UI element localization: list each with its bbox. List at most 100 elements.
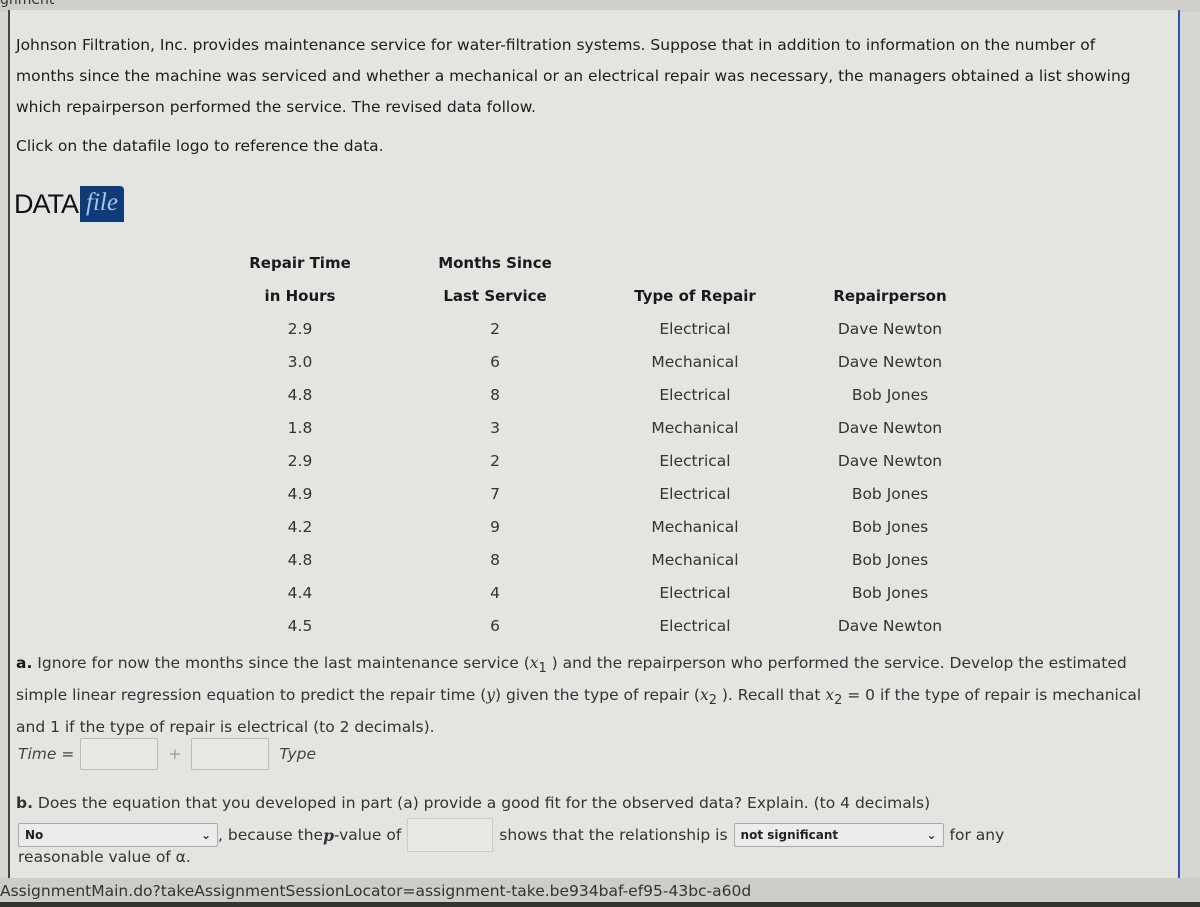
table-row: 4.9 7 Electrical Bob Jones xyxy=(205,477,985,510)
header-in-hours: in Hours xyxy=(264,286,336,305)
datafile-folder-icon: file xyxy=(80,186,124,222)
plus-sign: + xyxy=(168,745,182,763)
header-repairperson: Repairperson xyxy=(833,286,947,305)
x1-symbol: x xyxy=(529,654,539,672)
intercept-input[interactable] xyxy=(80,738,159,770)
table-row: 4.4 4 Electrical Bob Jones xyxy=(205,576,985,609)
part-a-text: ) given the type of repair ( xyxy=(495,686,700,705)
cell-repairperson: Bob Jones xyxy=(851,550,929,569)
cell-repairperson: Bob Jones xyxy=(851,484,929,503)
table-row: 4.2 9 Mechanical Bob Jones xyxy=(205,510,985,543)
x2-subscript: 2 xyxy=(708,693,717,709)
cell-months-since: 4 xyxy=(490,583,500,602)
header-last-service: Last Service xyxy=(443,286,547,305)
cell-months-since: 2 xyxy=(490,319,500,338)
part-a-question: a. Ignore for now the months since the l… xyxy=(16,650,1146,740)
cell-repair-time: 2.9 xyxy=(287,319,313,338)
regression-equation-row: Time = + Type xyxy=(18,738,316,770)
pvalue-input[interactable] xyxy=(407,818,494,852)
cell-type-of-repair: Electrical xyxy=(659,385,731,404)
table-row: 4.8 8 Electrical Bob Jones xyxy=(205,378,985,411)
part-a-label: a. xyxy=(16,654,33,672)
datafile-logo-button[interactable]: DATA file xyxy=(14,186,124,222)
table-row: 1.8 3 Mechanical Dave Newton xyxy=(205,411,985,444)
cell-repair-time: 4.4 xyxy=(287,583,313,602)
cell-type-of-repair: Electrical xyxy=(659,451,731,470)
part-b-text: Does the equation that you developed in … xyxy=(37,794,931,812)
part-b-question: b. Does the equation that you developed … xyxy=(16,794,930,812)
cell-repairperson: Bob Jones xyxy=(851,385,929,404)
cell-type-of-repair: Mechanical xyxy=(651,517,739,536)
cell-type-of-repair: Electrical xyxy=(659,616,731,635)
because-text: , because the xyxy=(218,826,324,844)
cell-repairperson: Dave Newton xyxy=(837,352,943,371)
equation-rhs-type: Type xyxy=(279,745,316,763)
table-row: 2.9 2 Electrical Dave Newton xyxy=(205,444,985,477)
cell-type-of-repair: Mechanical xyxy=(651,550,739,569)
part-a-text: Ignore for now the months since the last… xyxy=(37,654,530,672)
part-b-answer-row: No ⌄ , because the p -value of shows tha… xyxy=(18,818,1004,852)
part-b-label: b. xyxy=(16,794,33,812)
significance-select-value: not significant xyxy=(740,828,839,842)
cell-repair-time: 4.8 xyxy=(287,385,313,404)
for-any-text: for any xyxy=(949,826,1005,844)
reasonable-text: reasonable value of α. xyxy=(18,848,191,866)
pvalue-of-text: -value of xyxy=(333,826,402,844)
page-header-fragment: gnment xyxy=(0,0,55,8)
part-a-text: ). Recall that xyxy=(716,686,826,705)
cell-repair-time: 4.8 xyxy=(287,550,313,569)
cell-type-of-repair: Electrical xyxy=(659,484,731,503)
cell-months-since: 6 xyxy=(490,352,500,371)
cell-type-of-repair: Electrical xyxy=(659,319,731,338)
table-header-row-top: Repair Time Months Since xyxy=(205,246,985,279)
slope-input[interactable] xyxy=(191,738,270,770)
table-row: 3.0 6 Mechanical Dave Newton xyxy=(205,345,985,378)
y-symbol: y xyxy=(486,686,496,705)
header-empty xyxy=(795,246,985,279)
table-row: 4.8 8 Mechanical Bob Jones xyxy=(205,543,985,576)
datafile-data-word: DATA xyxy=(14,188,79,219)
header-empty xyxy=(595,246,795,279)
cell-type-of-repair: Mechanical xyxy=(651,352,739,371)
cell-repairperson: Dave Newton xyxy=(837,451,943,470)
cell-months-since: 7 xyxy=(490,484,500,503)
table-row: 4.5 6 Electrical Dave Newton xyxy=(205,609,985,642)
table-header-row-bottom: in Hours Last Service Type of Repair Rep… xyxy=(205,279,985,312)
equation-lhs: Time = xyxy=(18,745,75,763)
cell-repair-time: 4.2 xyxy=(287,517,313,536)
intro-text: Johnson Filtration, Inc. provides mainte… xyxy=(16,36,1131,116)
cell-months-since: 2 xyxy=(490,451,500,470)
data-table: Repair Time Months Since in Hours Last S… xyxy=(205,246,985,642)
question-panel: Johnson Filtration, Inc. provides mainte… xyxy=(8,10,1180,880)
cell-repairperson: Bob Jones xyxy=(851,517,929,536)
status-url: AssignmentMain.do?takeAssignmentSessionL… xyxy=(0,882,752,900)
cell-repair-time: 1.8 xyxy=(287,418,313,437)
browser-status-bar: AssignmentMain.do?takeAssignmentSessionL… xyxy=(0,878,1200,907)
header-months-since: Months Since xyxy=(438,253,552,272)
cell-repair-time: 4.9 xyxy=(287,484,313,503)
x2-symbol: x xyxy=(699,686,709,705)
cell-months-since: 6 xyxy=(490,616,500,635)
significance-select[interactable]: not significant ⌄ xyxy=(733,823,944,847)
p-symbol: p xyxy=(323,825,334,845)
cell-repairperson: Dave Newton xyxy=(837,319,943,338)
click-note: Click on the datafile logo to reference … xyxy=(16,137,384,155)
screen-bezel xyxy=(0,902,1200,907)
cell-repairperson: Dave Newton xyxy=(837,418,943,437)
chevron-down-icon: ⌄ xyxy=(200,828,211,842)
cell-repairperson: Dave Newton xyxy=(837,616,943,635)
chevron-down-icon: ⌄ xyxy=(926,828,937,842)
x2-symbol: x xyxy=(825,686,835,705)
header-repair-time: Repair Time xyxy=(249,253,351,272)
cell-repair-time: 2.9 xyxy=(287,451,313,470)
cell-months-since: 3 xyxy=(490,418,500,437)
cell-months-since: 8 xyxy=(490,550,500,569)
table-row: 2.9 2 Electrical Dave Newton xyxy=(205,312,985,345)
cell-type-of-repair: Mechanical xyxy=(651,418,739,437)
fit-select[interactable]: No ⌄ xyxy=(18,823,218,847)
fit-select-value: No xyxy=(25,828,44,842)
cell-months-since: 8 xyxy=(490,385,500,404)
cell-repair-time: 4.5 xyxy=(287,616,313,635)
cell-type-of-repair: Electrical xyxy=(659,583,731,602)
x1-subscript: 1 xyxy=(538,661,547,677)
